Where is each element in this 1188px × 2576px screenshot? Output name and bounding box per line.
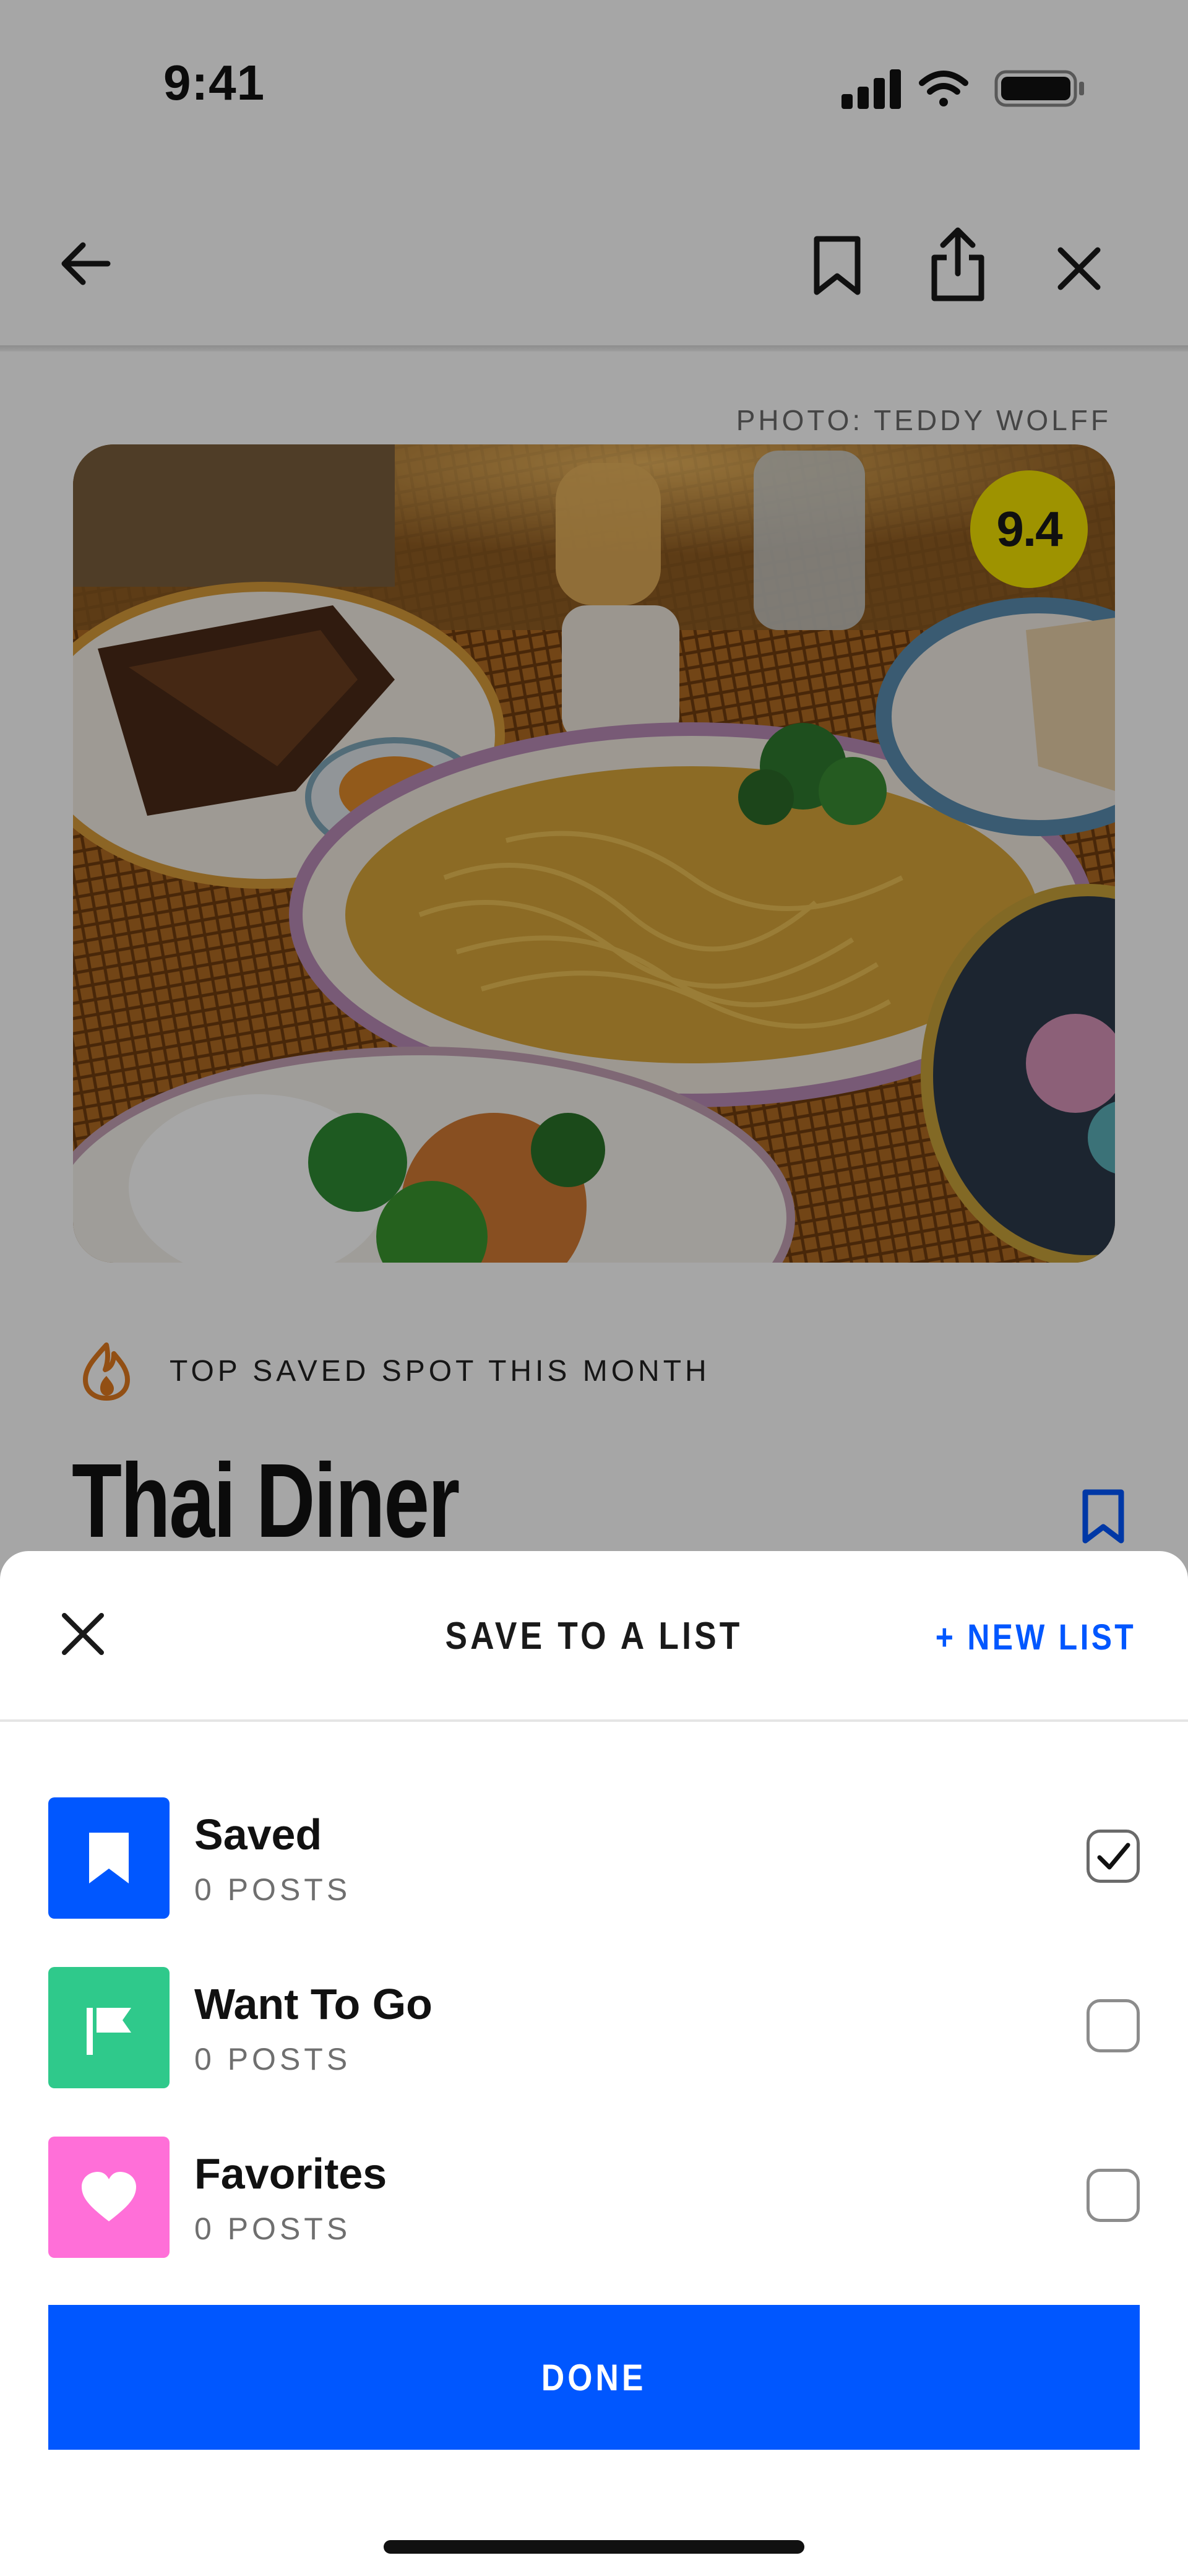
list-count: 0 POSTS [194, 2042, 351, 2077]
list-item-want-to-go[interactable]: Want To Go 0 POSTS [48, 1967, 1140, 2088]
list-item-favorites[interactable]: Favorites 0 POSTS [48, 2137, 1140, 2258]
list-icon-tile [48, 1967, 170, 2088]
list-count: 0 POSTS [194, 2211, 351, 2246]
list-checkbox[interactable] [1087, 2169, 1140, 2222]
list-name: Saved [194, 1810, 322, 1859]
done-button[interactable]: DONE [48, 2305, 1140, 2450]
list-icon-tile [48, 1797, 170, 1919]
list-checkbox[interactable] [1087, 1830, 1140, 1883]
list-count: 0 POSTS [194, 1872, 351, 1907]
list-checkbox[interactable] [1087, 1999, 1140, 2052]
save-to-list-sheet: SAVE TO A LIST + NEW LIST Saved 0 POSTS [0, 1551, 1188, 2576]
bookmark-icon [89, 1833, 129, 1883]
list-icon-tile [48, 2137, 170, 2258]
done-label: DONE [541, 2356, 647, 2398]
new-list-button[interactable]: + NEW LIST [936, 1617, 1136, 1658]
venue-detail-screen: 9:41 PHOTO: TEDDY WOLFF 9.4 TOP SAVED SP… [0, 0, 1188, 2576]
sheet-divider [0, 1719, 1188, 1722]
heart-icon [82, 2172, 136, 2221]
list-name: Favorites [194, 2150, 387, 2198]
flag-icon [87, 2008, 131, 2055]
list-name: Want To Go [194, 1980, 433, 2028]
checkmark-icon [1097, 1843, 1130, 1870]
home-indicator [384, 2540, 804, 2554]
list-item-saved[interactable]: Saved 0 POSTS [48, 1797, 1140, 1919]
